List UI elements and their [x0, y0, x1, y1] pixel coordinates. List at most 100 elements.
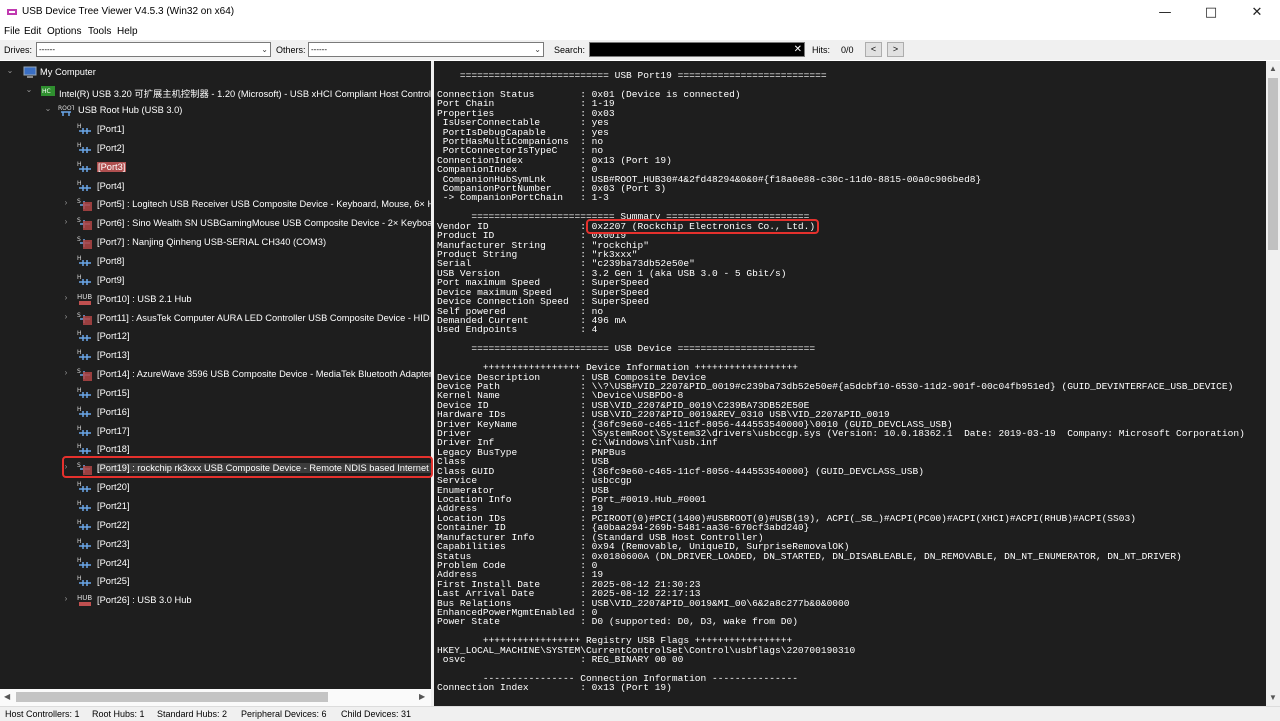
standard-hubs-count: Standard Hubs: 2 — [157, 709, 228, 719]
vendor-annotation — [586, 219, 819, 234]
chevron-down-icon: ⌄ — [534, 45, 541, 54]
others-select-value: ------ — [311, 45, 327, 54]
details-text: ========================== USB Port19 ==… — [437, 71, 1245, 693]
tree-node-label: [Port5] : Logitech USB Receiver USB Comp… — [97, 199, 431, 210]
expand-arrow-icon[interactable]: › — [61, 312, 71, 321]
hits-value: 0/0 — [841, 45, 854, 55]
tree-node-label: [Port3] — [97, 161, 127, 172]
app-icon — [7, 9, 17, 15]
tree-node-label: [Port14] : AzureWave 3596 USB Composite … — [97, 369, 431, 380]
menu-options[interactable]: Options — [47, 26, 81, 37]
title-bar: USB Device Tree Viewer V4.5.3 (Win32 on … — [0, 0, 1280, 24]
detail-line: Power State : D0 (supported: D0, D3, wak… — [437, 616, 798, 628]
tree-node-label: [Port25] — [97, 576, 130, 587]
expand-arrow-icon[interactable]: › — [61, 293, 71, 302]
previous-hit-button[interactable]: < — [865, 42, 882, 57]
svg-text:H: H — [77, 123, 82, 130]
tree-node-label: [Port9] — [97, 274, 125, 285]
usb-port-icon: H — [77, 425, 91, 436]
scroll-thumb[interactable] — [1268, 78, 1278, 250]
usb-device-icon: S — [77, 236, 92, 250]
search-label: Search: — [554, 45, 586, 55]
expand-arrow-icon[interactable]: › — [61, 217, 71, 226]
menu-bar: File Edit Options Tools Help — [0, 24, 1280, 40]
tree-node-label: [Port23] — [97, 538, 130, 549]
maximize-button[interactable]: □ — [1188, 0, 1234, 24]
tree-node-label: [Port2] — [97, 142, 125, 153]
root-hubs-count: Root Hubs: 1 — [92, 709, 145, 719]
svg-text:S: S — [77, 368, 81, 375]
scroll-left-icon[interactable]: ◀ — [4, 692, 10, 701]
usb-device-icon: S — [77, 312, 92, 325]
usb-port-icon: H — [77, 481, 91, 493]
others-select[interactable]: ------ ⌄ — [308, 42, 544, 57]
usb-port-icon: H — [77, 406, 91, 417]
tree-node-label: Intel(R) USB 3.20 可扩展主机控制器 - 1.20 (Micro… — [59, 89, 431, 99]
tree-node-label: [Port12] — [97, 331, 130, 342]
usb-device-icon: S — [77, 217, 92, 231]
next-hit-button[interactable]: > — [887, 42, 904, 57]
menu-tools[interactable]: Tools — [88, 26, 111, 37]
expand-arrow-icon[interactable]: › — [61, 594, 71, 603]
tree-node-label: [Port22] — [97, 519, 130, 530]
close-button[interactable]: ✕ — [1234, 0, 1280, 24]
chevron-down-icon: ⌄ — [261, 45, 268, 54]
svg-text:H: H — [77, 330, 82, 337]
collapse-arrow-icon[interactable]: ⌄ — [24, 85, 34, 94]
drives-label: Drives: — [4, 45, 33, 55]
vertical-scrollbar[interactable]: ▲ ▼ — [1266, 61, 1280, 706]
svg-text:H: H — [77, 557, 82, 564]
tree-node-label: [Port10] : USB 2.1 Hub — [97, 293, 192, 304]
usb-port-icon: H — [77, 142, 91, 153]
svg-text:H: H — [77, 425, 82, 432]
window-title: USB Device Tree Viewer V4.5.3 (Win32 on … — [22, 6, 235, 17]
clear-search-icon[interactable]: ✕ — [794, 43, 802, 56]
scroll-up-icon[interactable]: ▲ — [1269, 64, 1277, 73]
drives-select[interactable]: ------ ⌄ — [36, 42, 271, 57]
menu-file[interactable]: File — [4, 26, 20, 37]
svg-text:H: H — [77, 274, 82, 281]
minimize-button[interactable]: — — [1142, 0, 1188, 24]
search-input[interactable]: ✕ — [589, 42, 805, 57]
detail-line: ========================== USB Port19 ==… — [437, 70, 827, 81]
detail-line: osvc : REG_BINARY 00 00 — [437, 654, 684, 666]
svg-text:S: S — [77, 198, 81, 205]
tree-node-label: [Port26] : USB 3.0 Hub — [97, 595, 192, 606]
usb-port-icon: H — [77, 330, 91, 342]
detail-line: Connection Index : 0x13 (Port 19) — [437, 682, 672, 694]
computer-icon — [23, 66, 37, 78]
expand-arrow-icon[interactable]: › — [61, 368, 71, 377]
tree-node-label: [Port15] — [97, 387, 130, 398]
scroll-right-icon[interactable]: ▶ — [419, 692, 425, 701]
collapse-arrow-icon[interactable]: ⌄ — [43, 104, 53, 113]
horizontal-scrollbar[interactable]: ◀ ▶ — [0, 689, 431, 706]
usb-device-icon: S — [77, 198, 92, 212]
collapse-arrow-icon[interactable]: ⌄ — [5, 66, 15, 75]
svg-text:H: H — [77, 575, 82, 582]
svg-text:H: H — [77, 519, 82, 526]
hits-label: Hits: — [812, 45, 830, 55]
svg-text:H: H — [77, 500, 82, 507]
svg-text:ROOT: ROOT — [58, 105, 74, 112]
svg-text:H: H — [77, 443, 82, 450]
tree-node-label: [Port18] — [97, 444, 130, 455]
svg-text:H: H — [77, 161, 82, 168]
tree-node-label: [Port7] : Nanjing Qinheng USB-SERIAL CH3… — [97, 237, 327, 248]
menu-edit[interactable]: Edit — [24, 26, 41, 37]
status-bar: Host Controllers: 1 Root Hubs: 1 Standar… — [0, 706, 1280, 721]
menu-help[interactable]: Help — [117, 26, 138, 37]
expand-arrow-icon[interactable]: › — [61, 198, 71, 207]
usb-port-icon: H — [77, 500, 91, 511]
usb-port-icon: H — [77, 255, 91, 266]
device-tree[interactable]: ⌄ My Computer ⌄ HC Intel(R) USB 3.20 可扩展… — [0, 61, 431, 706]
tree-node-label: [Port24] — [97, 557, 130, 568]
selection-annotation — [62, 456, 433, 478]
tree-node-label: [Port20] — [97, 482, 130, 493]
svg-text:H: H — [77, 255, 82, 262]
drives-select-value: ------ — [39, 45, 55, 54]
usb-port-icon: H — [77, 180, 91, 191]
scroll-thumb[interactable] — [16, 692, 328, 702]
scroll-down-icon[interactable]: ▼ — [1269, 693, 1277, 702]
details-pane[interactable]: ========================== USB Port19 ==… — [434, 61, 1266, 706]
tree-node-label: [Port16] — [97, 406, 130, 417]
